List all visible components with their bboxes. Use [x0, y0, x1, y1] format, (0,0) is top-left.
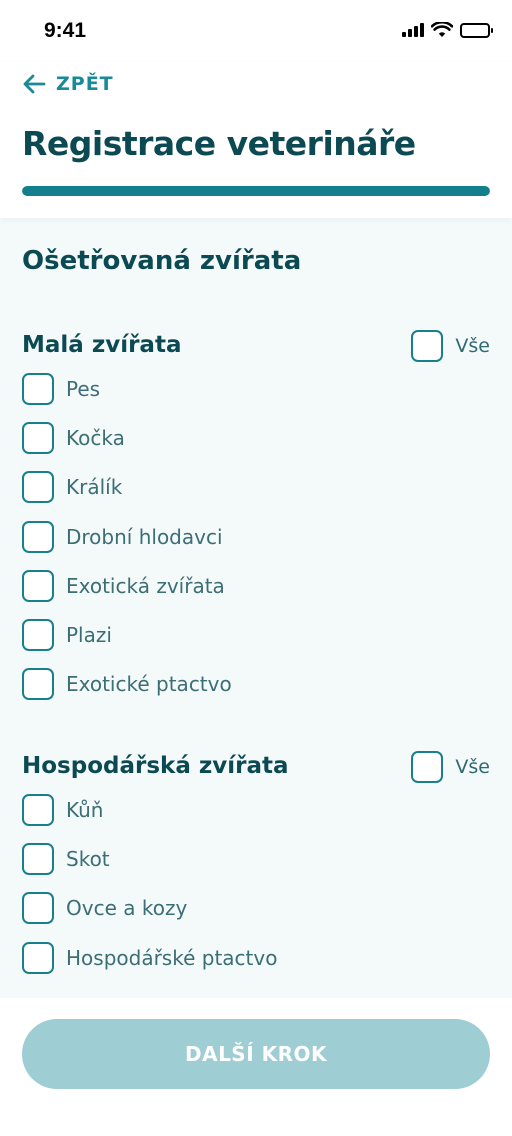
option-label: Drobní hlodavci — [66, 524, 223, 549]
option-label: Pes — [66, 376, 101, 401]
wifi-icon — [431, 22, 453, 37]
option-checkbox[interactable] — [22, 569, 54, 602]
option-checkbox[interactable] — [22, 520, 54, 553]
select-all-checkbox[interactable] — [411, 751, 444, 783]
option-label: Kůň — [66, 797, 104, 822]
group-header: Hospodářská zvířata Vše — [0, 745, 512, 785]
group-title: Malá zvířata — [22, 332, 182, 358]
header: ZPĚT Registrace veterináře — [0, 62, 512, 218]
next-step-button[interactable]: DALŠÍ KROK — [22, 1019, 490, 1089]
status-icons — [402, 22, 493, 38]
group-title: Hospodářská zvířata — [22, 753, 289, 779]
option-checkbox[interactable] — [22, 892, 54, 925]
option-checkbox[interactable] — [22, 941, 54, 974]
option-plazi[interactable]: Plazi — [0, 610, 512, 659]
option-label: Kočka — [66, 425, 125, 450]
select-all-farm[interactable]: Vše — [411, 751, 490, 783]
option-checkbox[interactable] — [22, 471, 54, 504]
option-label: Exotické ptactvo — [66, 672, 232, 697]
select-all-checkbox[interactable] — [411, 330, 444, 362]
option-drobni-hlodavci[interactable]: Drobní hlodavci — [0, 512, 512, 561]
back-link[interactable]: ZPĚT — [22, 73, 114, 95]
status-bar: 9:41 — [0, 0, 512, 62]
option-skot[interactable]: Skot — [0, 834, 512, 883]
option-checkbox[interactable] — [22, 619, 54, 652]
progress-bar — [22, 186, 490, 196]
option-label: Exotická zvířata — [66, 573, 225, 598]
select-all-label: Vše — [455, 335, 490, 357]
option-label: Hospodářské ptactvo — [66, 945, 278, 970]
option-ovce-a-kozy[interactable]: Ovce a kozy — [0, 884, 512, 933]
section-title: Ošetřovaná zvířata — [22, 246, 302, 276]
option-checkbox[interactable] — [22, 421, 54, 454]
option-label: Ovce a kozy — [66, 896, 188, 921]
option-hospodarske-ptactvo[interactable]: Hospodářské ptactvo — [0, 933, 512, 982]
option-checkbox[interactable] — [22, 372, 54, 405]
option-label: Králík — [66, 475, 123, 500]
battery-icon — [460, 22, 493, 38]
status-time: 9:41 — [44, 19, 87, 42]
progress-fill — [22, 186, 490, 196]
form-content[interactable]: Ošetřovaná zvířata Malá zvířata Vše Pes … — [0, 218, 512, 998]
option-checkbox[interactable] — [22, 793, 54, 826]
option-exoticke-ptactvo[interactable]: Exotické ptactvo — [0, 660, 512, 709]
signal-icon — [402, 23, 424, 37]
option-kralik[interactable]: Králík — [0, 463, 512, 512]
group-header: Malá zvířata Vše — [0, 324, 512, 364]
option-checkbox[interactable] — [22, 842, 54, 875]
footer: DALŠÍ KROK — [0, 998, 512, 1136]
select-all-label: Vše — [455, 756, 490, 778]
arrow-left-icon — [23, 74, 46, 94]
option-checkbox[interactable] — [22, 668, 54, 701]
option-exoticka-zvirata[interactable]: Exotická zvířata — [0, 561, 512, 610]
back-label: ZPĚT — [56, 73, 114, 95]
group-small-animals: Malá zvířata Vše Pes Kočka Králík Drobní… — [0, 324, 512, 709]
option-label: Skot — [66, 846, 110, 871]
option-kun[interactable]: Kůň — [0, 785, 512, 834]
page-title: Registrace veterináře — [22, 124, 416, 163]
option-pes[interactable]: Pes — [0, 364, 512, 413]
option-label: Plazi — [66, 623, 112, 648]
select-all-small[interactable]: Vše — [411, 330, 490, 362]
group-farm-animals: Hospodářská zvířata Vše Kůň Skot Ovce a … — [0, 745, 512, 982]
option-kocka[interactable]: Kočka — [0, 413, 512, 462]
